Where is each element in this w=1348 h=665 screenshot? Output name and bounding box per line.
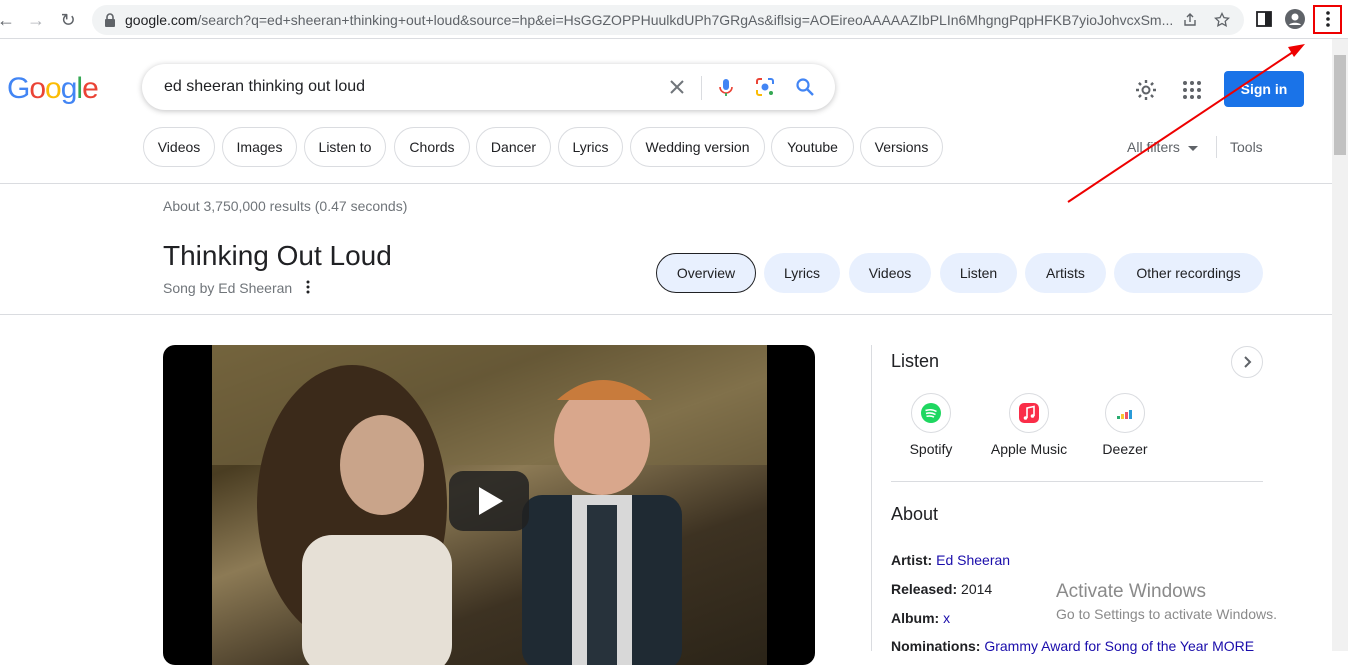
tab-other-recordings[interactable]: Other recordings (1114, 253, 1263, 293)
filter-chip-versions[interactable]: Versions (860, 127, 943, 167)
filter-chip-videos[interactable]: Videos (143, 127, 215, 167)
all-filters-button[interactable]: All filters (1127, 139, 1198, 155)
apple-music-label: Apple Music (990, 441, 1068, 457)
share-icon[interactable] (1182, 12, 1198, 28)
tab-artists[interactable]: Artists (1025, 253, 1106, 293)
windows-watermark-subtitle: Go to Settings to activate Windows. (1056, 606, 1277, 622)
caret-down-icon (1187, 145, 1198, 151)
menu-highlight-box (1313, 5, 1342, 34)
lock-icon (105, 13, 115, 27)
spotify-icon (911, 393, 951, 433)
listen-service-apple-music[interactable]: Apple Music (985, 393, 1073, 457)
logo-letter: g (60, 72, 78, 105)
scrollbar-thumb[interactable] (1334, 55, 1346, 155)
deezer-label: Deezer (1102, 441, 1148, 457)
listen-next-button[interactable] (1231, 346, 1263, 378)
filter-chip-images[interactable]: Images (222, 127, 297, 167)
tools-button[interactable]: Tools (1230, 139, 1263, 155)
logo-letter: o (29, 72, 46, 105)
filter-chip-lyrics[interactable]: Lyrics (558, 127, 623, 167)
profile-avatar-icon[interactable] (1285, 9, 1305, 29)
back-icon[interactable]: ← (0, 8, 18, 32)
fact-nominations: Nominations: Grammy Award for Song of th… (891, 638, 1255, 654)
fact-released: Released: 2014 (891, 581, 993, 597)
apps-grid-icon[interactable] (1180, 78, 1204, 102)
listen-divider (891, 481, 1263, 482)
google-logo[interactable]: Google (7, 72, 99, 106)
album-link[interactable]: x (943, 610, 950, 626)
logo-letter: G (7, 72, 30, 105)
more-options-icon[interactable] (304, 279, 312, 295)
microphone-icon[interactable] (716, 77, 736, 97)
apple-music-icon (1009, 393, 1049, 433)
listen-heading: Listen (891, 351, 940, 371)
spotify-label: Spotify (909, 441, 953, 457)
tab-lyrics[interactable]: Lyrics (764, 253, 840, 293)
fact-artist: Artist: Ed Sheeran (891, 552, 1011, 568)
bookmark-star-icon[interactable] (1214, 12, 1230, 28)
search-input[interactable]: ed sheeran thinking out loud (164, 78, 365, 96)
forward-icon[interactable]: → (24, 8, 48, 32)
tab-listen[interactable]: Listen (940, 253, 1017, 293)
search-divider (701, 76, 702, 100)
logo-letter: o (45, 72, 62, 105)
play-icon (479, 487, 503, 515)
knowledge-divider (0, 314, 1332, 315)
artist-link[interactable]: Ed Sheeran (936, 552, 1010, 568)
sign-in-button[interactable]: Sign in (1224, 71, 1304, 107)
video-player[interactable] (163, 345, 815, 665)
listen-service-spotify[interactable]: Spotify (891, 393, 971, 457)
browser-toolbar: ← → ↻ google.com/search?q=ed+sheeran+thi… (0, 0, 1348, 39)
search-icon[interactable] (795, 77, 815, 97)
more-link[interactable]: MORE (1212, 638, 1254, 654)
address-bar[interactable]: google.com/search?q=ed+sheeran+thinking+… (92, 5, 1244, 35)
reload-icon[interactable]: ↻ (56, 8, 80, 32)
logo-letter: e (82, 72, 99, 105)
knowledge-panel-subtitle: Song by Ed Sheeran (163, 280, 293, 296)
filter-chip-wedding-version[interactable]: Wedding version (630, 127, 765, 167)
fact-album: Album: x (891, 610, 951, 626)
side-panel-icon[interactable] (1254, 9, 1274, 29)
deezer-icon (1105, 393, 1145, 433)
windows-watermark-title: Activate Windows (1056, 581, 1206, 602)
search-box[interactable]: ed sheeran thinking out loud (142, 64, 835, 110)
clear-icon[interactable] (667, 77, 687, 97)
filter-chip-dancer[interactable]: Dancer (476, 127, 551, 167)
tab-videos[interactable]: Videos (849, 253, 931, 293)
knowledge-panel-title: Thinking Out Loud (163, 240, 392, 271)
filter-chip-youtube[interactable]: Youtube (771, 127, 854, 167)
listen-service-deezer[interactable]: Deezer (1095, 393, 1155, 457)
settings-gear-icon[interactable] (1134, 78, 1158, 102)
play-button[interactable] (449, 471, 529, 531)
tab-overview[interactable]: Overview (656, 253, 756, 293)
result-stats: About 3,750,000 results (0.47 seconds) (163, 198, 408, 214)
filter-chip-listen-to[interactable]: Listen to (304, 127, 386, 167)
chevron-right-icon (1244, 356, 1252, 368)
about-heading: About (891, 504, 939, 524)
url-text[interactable]: google.com/search?q=ed+sheeran+thinking+… (125, 12, 1175, 28)
lens-icon[interactable] (755, 77, 775, 97)
tools-divider (1216, 136, 1217, 158)
right-panel-divider (871, 345, 872, 651)
header-divider (0, 183, 1332, 184)
filter-chip-chords[interactable]: Chords (394, 127, 470, 167)
nominations-link[interactable]: Grammy Award for Song of the Year (984, 638, 1208, 654)
